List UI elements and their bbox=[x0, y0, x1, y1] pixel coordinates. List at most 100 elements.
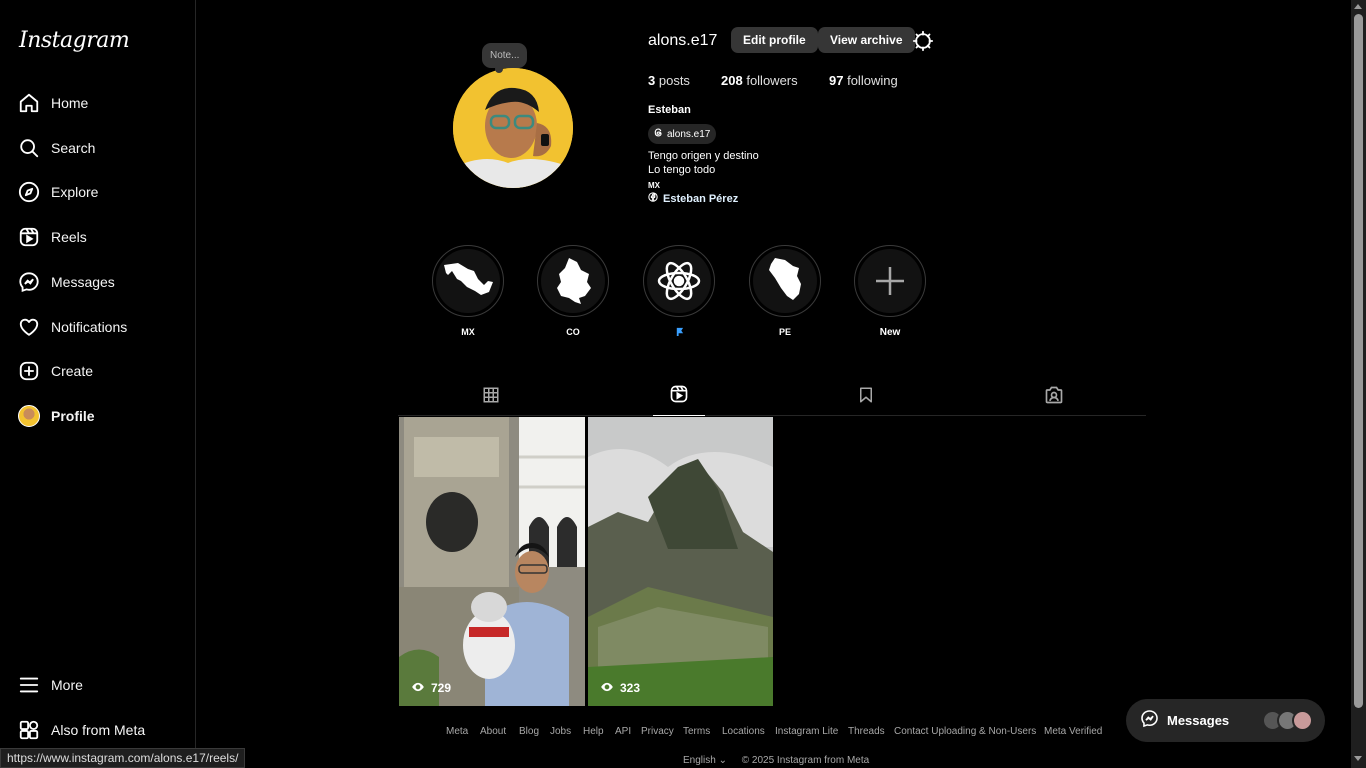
highlight-mx[interactable]: MX bbox=[431, 245, 505, 337]
footer-link[interactable]: API bbox=[615, 726, 631, 737]
apps-grid-icon bbox=[18, 719, 40, 741]
sidebar-item-label: Home bbox=[51, 95, 89, 111]
highlight-new[interactable]: New bbox=[853, 245, 927, 338]
reels-icon bbox=[18, 226, 40, 248]
facebook-icon bbox=[648, 192, 658, 205]
tab-reels[interactable] bbox=[653, 378, 705, 416]
profile-full-name: Esteban bbox=[648, 104, 691, 116]
search-icon bbox=[18, 137, 40, 159]
reels-icon bbox=[669, 384, 689, 409]
profile-username: alons.e17 bbox=[648, 32, 718, 49]
heart-icon bbox=[18, 316, 40, 338]
settings-gear-icon[interactable] bbox=[912, 30, 934, 52]
footer-link[interactable]: Terms bbox=[683, 726, 710, 737]
reel-thumbnail[interactable]: 323 bbox=[588, 417, 773, 706]
peru-map-icon bbox=[753, 249, 817, 313]
sidebar-item-label: More bbox=[51, 677, 83, 693]
footer-bottom: English ⌄ © 2025 Instagram from Meta bbox=[683, 755, 869, 766]
threads-badge[interactable]: alons.e17 bbox=[648, 124, 717, 144]
footer-link[interactable]: Threads bbox=[848, 726, 885, 737]
messages-bubble[interactable]: Messages bbox=[1126, 699, 1325, 742]
sidebar-item-profile[interactable]: Profile bbox=[12, 396, 184, 436]
sidebar-item-more[interactable]: More bbox=[12, 665, 184, 705]
page-scrollbar[interactable] bbox=[1351, 0, 1366, 768]
sidebar-item-notifications[interactable]: Notifications bbox=[12, 307, 184, 347]
reel-thumbnail[interactable]: 729 bbox=[399, 417, 585, 706]
mexico-map-icon bbox=[436, 249, 500, 313]
view-archive-button[interactable]: View archive bbox=[818, 27, 915, 53]
reel-image bbox=[399, 417, 585, 706]
facebook-link[interactable]: Esteban Pérez bbox=[648, 192, 738, 205]
story-highlights: MX CO PE New bbox=[398, 245, 998, 345]
bookmark-icon bbox=[857, 386, 875, 409]
footer-link[interactable]: Jobs bbox=[550, 726, 571, 737]
highlight-pe[interactable]: PE bbox=[748, 245, 822, 337]
following-stat[interactable]: 97 following bbox=[829, 73, 898, 88]
tab-saved[interactable] bbox=[840, 378, 892, 416]
note-bubble[interactable]: Note... bbox=[482, 43, 528, 73]
messenger-icon bbox=[18, 271, 40, 293]
profile-avatar[interactable] bbox=[453, 68, 573, 188]
sidebar-item-also-from-meta[interactable]: Also from Meta bbox=[12, 710, 184, 750]
sidebar-item-label: Notifications bbox=[51, 319, 128, 335]
sidebar-item-search[interactable]: Search bbox=[12, 128, 184, 168]
eye-icon bbox=[600, 681, 614, 695]
tab-posts[interactable] bbox=[465, 378, 517, 416]
atom-icon bbox=[647, 249, 711, 313]
profile-header: Note... alons.e17 Edit profile View arch… bbox=[398, 20, 1148, 220]
sidebar-item-create[interactable]: Create bbox=[12, 351, 184, 391]
plus-icon bbox=[858, 249, 922, 313]
messenger-icon bbox=[1140, 709, 1159, 733]
footer-link[interactable]: Blog bbox=[519, 726, 539, 737]
bio-line: Tengo origen y destino bbox=[648, 150, 759, 162]
footer-link[interactable]: About bbox=[480, 726, 506, 737]
footer-link[interactable]: Meta Verified bbox=[1044, 726, 1102, 737]
sidebar-item-reels[interactable]: Reels bbox=[12, 217, 184, 257]
footer-link[interactable]: Help bbox=[583, 726, 604, 737]
plus-square-icon bbox=[18, 360, 40, 382]
highlight-science[interactable] bbox=[642, 245, 716, 338]
reel-image bbox=[588, 417, 773, 706]
sidebar-item-messages[interactable]: Messages bbox=[12, 262, 184, 302]
threads-icon bbox=[653, 127, 664, 141]
highlight-co[interactable]: CO bbox=[536, 245, 610, 337]
scrollbar-thumb[interactable] bbox=[1354, 14, 1363, 708]
footer-link[interactable]: Privacy bbox=[641, 726, 674, 737]
sidebar: Instagram Home Search Explore Reels Mess… bbox=[0, 0, 196, 768]
sidebar-item-label: Create bbox=[51, 363, 94, 379]
edit-profile-button[interactable]: Edit profile bbox=[731, 27, 818, 53]
profile-tabs bbox=[398, 378, 1146, 416]
scroll-down-arrow-icon[interactable] bbox=[1354, 756, 1362, 761]
scroll-up-arrow-icon[interactable] bbox=[1354, 4, 1362, 9]
eye-icon bbox=[411, 681, 425, 695]
sidebar-item-label: Messages bbox=[51, 274, 115, 290]
threads-handle: alons.e17 bbox=[667, 128, 711, 140]
avatar bbox=[1292, 710, 1313, 731]
sidebar-item-label: Reels bbox=[51, 229, 87, 245]
language-select[interactable]: English ⌄ bbox=[683, 755, 727, 766]
tagged-icon bbox=[1044, 385, 1064, 410]
instagram-logo[interactable]: Instagram bbox=[19, 28, 130, 53]
grid-icon bbox=[482, 386, 500, 409]
view-count: 323 bbox=[600, 681, 640, 695]
sidebar-item-label: Also from Meta bbox=[51, 722, 146, 738]
sidebar-item-home[interactable]: Home bbox=[12, 83, 184, 123]
copyright: © 2025 Instagram from Meta bbox=[741, 755, 870, 766]
colombia-map-icon bbox=[541, 249, 605, 313]
recent-chat-avatars bbox=[1262, 710, 1313, 731]
posts-stat: 3 posts bbox=[648, 73, 690, 88]
highlight-label: New bbox=[879, 327, 901, 338]
chevron-down-icon: ⌄ bbox=[718, 755, 727, 766]
highlight-label: PE bbox=[778, 327, 791, 337]
footer-link[interactable]: Meta bbox=[446, 726, 468, 737]
explore-icon bbox=[18, 181, 40, 203]
avatar bbox=[18, 405, 40, 427]
footer-link[interactable]: Contact Uploading & Non-Users bbox=[894, 726, 1036, 737]
tab-tagged[interactable] bbox=[1028, 378, 1080, 416]
highlight-label: MX bbox=[461, 327, 475, 337]
footer-link[interactable]: Locations bbox=[722, 726, 765, 737]
sidebar-item-explore[interactable]: Explore bbox=[12, 172, 184, 212]
footer-link[interactable]: Instagram Lite bbox=[775, 726, 838, 737]
blue-flag-icon bbox=[642, 327, 716, 338]
followers-stat[interactable]: 208 followers bbox=[721, 73, 798, 88]
